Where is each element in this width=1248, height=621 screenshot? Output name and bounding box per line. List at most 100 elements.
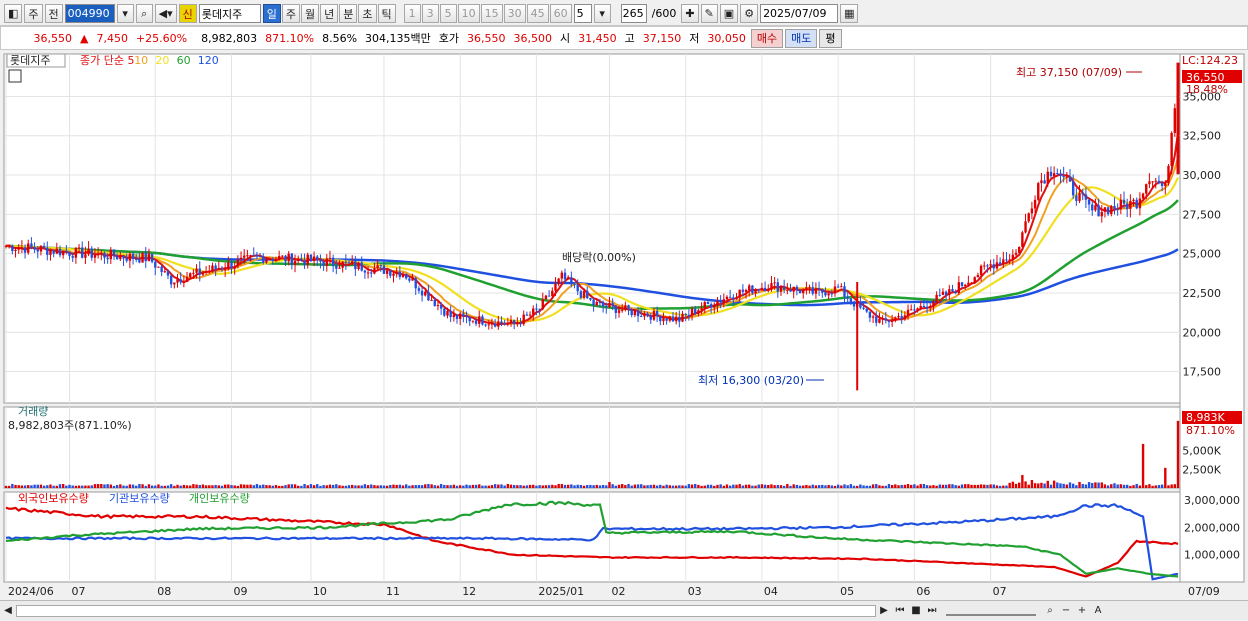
volume-bar: [890, 484, 894, 488]
candle-body: [830, 293, 833, 295]
candle-body: [90, 248, 93, 258]
ma-legend-3: 60: [177, 54, 191, 67]
gear-icon[interactable]: ⚙: [740, 4, 759, 23]
market-sub-select[interactable]: 전: [44, 4, 63, 23]
candle-body: [11, 245, 14, 252]
sell-button[interactable]: 매도: [785, 28, 818, 48]
volume-bar: [840, 485, 843, 488]
scroll-right-icon[interactable]: ▶: [876, 603, 892, 619]
interval-button-1[interactable]: 1: [403, 4, 421, 23]
candle-body: [741, 289, 745, 292]
candle-body: [1027, 213, 1030, 222]
tools-icon[interactable]: ✎: [700, 4, 718, 23]
candle-body: [1100, 211, 1103, 217]
volume-bar: [1157, 485, 1161, 488]
period-tab-6[interactable]: 틱: [377, 4, 396, 23]
volume-bar: [201, 484, 205, 488]
interval-input[interactable]: 5: [573, 4, 592, 23]
volume-bar: [379, 485, 382, 488]
evaluate-button[interactable]: 평: [819, 28, 842, 48]
zoom-in-icon[interactable]: ⌕: [1042, 603, 1058, 619]
candle-body: [767, 289, 770, 291]
volume-bar: [544, 485, 548, 488]
candle-body: [814, 288, 818, 294]
volume-bar: [856, 485, 859, 488]
interval-button-60[interactable]: 60: [549, 4, 572, 23]
date-input[interactable]: 2025/07/09: [760, 4, 839, 23]
add-icon[interactable]: +: [1074, 603, 1090, 619]
stock-code-input[interactable]: 004990: [64, 4, 115, 23]
zoom-out-icon[interactable]: −: [1058, 603, 1074, 619]
stock-name-field[interactable]: 롯데지주: [198, 4, 261, 23]
period-tab-3[interactable]: 년: [320, 4, 339, 23]
candle-body: [27, 243, 30, 253]
chart-area[interactable]: 35,00032,50030,00027,50025,00022,50020,0…: [0, 50, 1248, 600]
candle-body: [252, 255, 255, 257]
period-tab-1[interactable]: 주: [281, 4, 301, 23]
candle-body: [455, 314, 459, 319]
crosshair-icon[interactable]: ✚: [681, 4, 699, 23]
scroll-track[interactable]: [16, 604, 876, 617]
interval-button-45[interactable]: 45: [526, 4, 549, 23]
period-tab-5[interactable]: 초: [358, 4, 377, 23]
volume-bar: [830, 485, 833, 488]
volume-bar: [1151, 485, 1154, 488]
skip-forward-icon[interactable]: ⏭: [924, 603, 940, 619]
time-tick-label: 07: [72, 585, 86, 598]
zoom-slider[interactable]: [946, 606, 1036, 616]
candle-body: [233, 266, 236, 269]
scroll-left-icon[interactable]: ◀: [0, 603, 16, 619]
skip-back-icon[interactable]: ⏮: [892, 603, 908, 619]
chart-scrollbar[interactable]: ◀ ▶ ⏮ ■ ⏭ ⌕ − + A: [0, 600, 1248, 620]
market-select[interactable]: 주: [24, 4, 43, 23]
volume-bar: [1145, 485, 1148, 488]
calendar-icon[interactable]: ▦: [840, 4, 859, 23]
candle-body: [430, 299, 433, 301]
volume-bar: [493, 484, 497, 488]
volume-bar: [122, 485, 125, 488]
candle-body: [68, 251, 71, 256]
volume-bar: [633, 484, 637, 488]
candle-body: [579, 291, 583, 298]
candle-body: [859, 301, 862, 308]
volume-bar: [90, 485, 93, 488]
volume-bar: [967, 484, 970, 488]
font-size-icon[interactable]: A: [1090, 603, 1106, 619]
bid-price: 36,550: [467, 31, 506, 45]
interval-button-5[interactable]: 5: [439, 4, 457, 23]
candle-body: [163, 271, 167, 273]
volume-bar: [595, 484, 598, 488]
buy-button[interactable]: 매수: [750, 28, 784, 48]
candle-body: [913, 309, 916, 311]
interval-dropdown-icon[interactable]: ▾: [593, 4, 611, 23]
volume-bar: [814, 485, 818, 488]
interval-button-10[interactable]: 10: [457, 4, 480, 23]
candle-body: [678, 316, 681, 322]
candle-body: [112, 249, 116, 257]
volume-bar: [303, 483, 306, 488]
volume-bar: [1100, 482, 1103, 488]
period-tab-2[interactable]: 월: [301, 4, 320, 23]
search-icon[interactable]: ⌕: [135, 4, 153, 23]
candle-body: [1002, 259, 1005, 265]
volume-bar: [1148, 484, 1151, 488]
candle-body: [1151, 181, 1154, 183]
speaker-icon[interactable]: ◀▾: [154, 4, 177, 23]
candle-body: [65, 250, 68, 252]
volume-bar: [900, 484, 903, 488]
candle-body: [973, 277, 976, 283]
window-menu-icon[interactable]: ◧: [4, 4, 23, 23]
data-count-input[interactable]: 265: [620, 4, 647, 23]
code-dropdown-icon[interactable]: ▾: [116, 4, 134, 23]
period-tab-0[interactable]: 일: [262, 4, 281, 23]
candle-body: [443, 308, 446, 316]
interval-button-15[interactable]: 15: [480, 4, 503, 23]
interval-button-3[interactable]: 3: [421, 4, 439, 23]
volume-bar: [703, 485, 706, 488]
save-icon[interactable]: ▣: [719, 4, 739, 23]
stop-icon[interactable]: ■: [908, 603, 924, 619]
volume-bar: [471, 484, 475, 488]
period-tab-4[interactable]: 분: [339, 4, 358, 23]
interval-button-30[interactable]: 30: [503, 4, 526, 23]
candle-body: [182, 282, 186, 284]
